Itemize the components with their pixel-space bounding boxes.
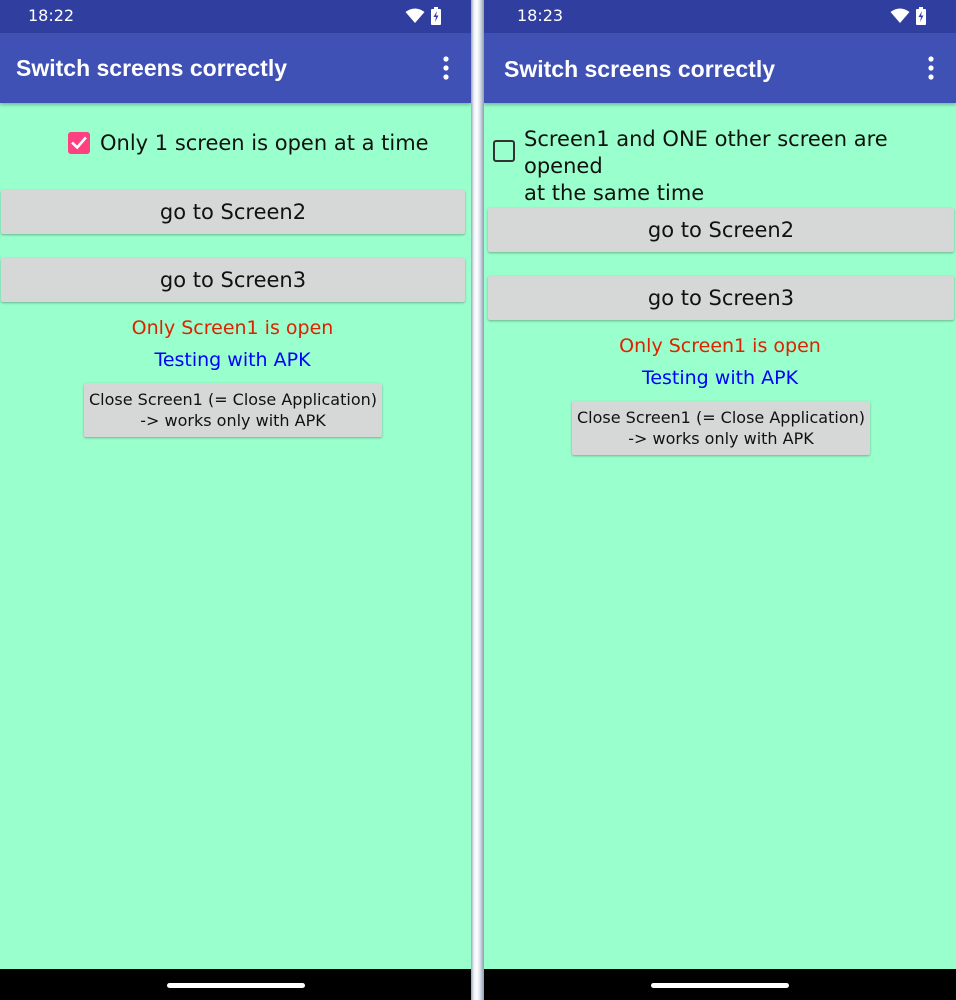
- navigation-bar: [0, 969, 471, 1000]
- close-button-line1: Close Screen1 (= Close Application): [89, 390, 377, 409]
- more-vert-icon[interactable]: [441, 55, 451, 81]
- close-button-line2: -> works only with APK: [140, 411, 326, 430]
- status-time: 18:22: [28, 6, 75, 25]
- apk-info-text: Testing with APK: [154, 349, 311, 371]
- go-to-screen3-button[interactable]: go to Screen3: [1, 258, 465, 302]
- go-to-screen2-button[interactable]: go to Screen2: [488, 208, 954, 252]
- battery-charging-icon: [916, 7, 926, 25]
- close-screen1-button[interactable]: Close Screen1 (= Close Application) -> w…: [84, 383, 382, 437]
- more-vert-icon[interactable]: [926, 55, 936, 81]
- go-to-screen2-button[interactable]: go to Screen2: [1, 190, 465, 234]
- multi-screen-checkbox[interactable]: [493, 140, 515, 162]
- app-bar: Switch screens correctly: [0, 33, 471, 103]
- status-time: 18:23: [517, 6, 564, 25]
- close-button-line2: -> works only with APK: [628, 429, 814, 448]
- multi-screen-checkbox-row[interactable]: Screen1 and ONE other screen are opened …: [493, 126, 956, 207]
- screen-left: 18:22 Switch screens correctly Only 1 sc: [0, 0, 471, 1000]
- home-gesture-handle[interactable]: [166, 983, 305, 988]
- single-screen-checkbox[interactable]: [68, 132, 90, 154]
- close-screen1-button[interactable]: Close Screen1 (= Close Application) -> w…: [572, 401, 870, 455]
- battery-charging-icon: [431, 7, 441, 25]
- screen-right: 18:23 Switch screens correctly Screen1 a…: [484, 0, 956, 1000]
- status-icons: [405, 7, 441, 25]
- close-button-line1: Close Screen1 (= Close Application): [577, 408, 865, 427]
- check-icon: [71, 136, 87, 150]
- status-icons: [890, 7, 926, 25]
- wifi-icon: [890, 8, 910, 23]
- screen-divider: [471, 0, 484, 1000]
- apk-info-text: Testing with APK: [641, 367, 799, 389]
- go-to-screen3-button[interactable]: go to Screen3: [488, 276, 954, 320]
- multi-screen-checkbox-label: Screen1 and ONE other screen are opened …: [524, 126, 956, 207]
- wifi-icon: [405, 8, 425, 23]
- status-bar: 18:22: [0, 0, 471, 33]
- single-screen-checkbox-label: Only 1 screen is open at a time: [100, 131, 429, 155]
- app-bar: Switch screens correctly: [484, 33, 956, 103]
- screen-status-text: Only Screen1 is open: [131, 317, 334, 339]
- checkbox-label-line1: Screen1 and ONE other screen are opened: [524, 127, 888, 178]
- checkbox-label-line2: at the same time: [524, 181, 705, 205]
- single-screen-checkbox-row[interactable]: Only 1 screen is open at a time: [68, 130, 429, 157]
- app-title: Switch screens correctly: [504, 56, 776, 82]
- app-title: Switch screens correctly: [16, 55, 288, 81]
- screen-status-text: Only Screen1 is open: [619, 335, 821, 357]
- navigation-bar: [484, 969, 956, 1000]
- status-bar: 18:23: [484, 0, 956, 33]
- home-gesture-handle[interactable]: [651, 983, 789, 988]
